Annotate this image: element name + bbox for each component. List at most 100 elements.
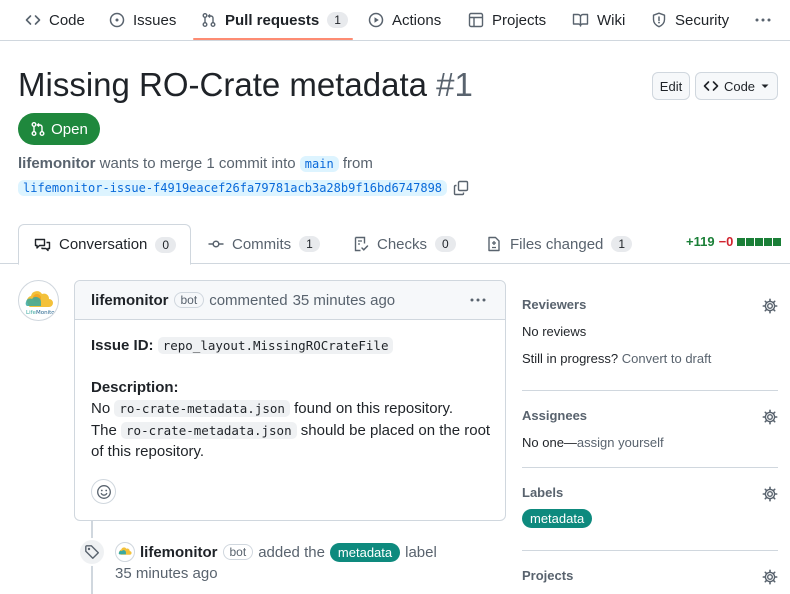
description-text: No bbox=[91, 400, 111, 417]
sidebar-divider bbox=[522, 467, 778, 468]
gear-icon[interactable] bbox=[762, 409, 778, 425]
nav-projects-label: Projects bbox=[492, 11, 547, 29]
tag-icon bbox=[78, 538, 106, 566]
comment-discussion-icon bbox=[34, 237, 51, 253]
description-line-2: The ro-crate-metadata.json should be pla… bbox=[91, 422, 490, 439]
checklist-icon bbox=[353, 236, 369, 252]
code-dropdown-button[interactable]: Code bbox=[695, 72, 778, 100]
merge-text: wants to merge 1 commit into bbox=[99, 155, 296, 172]
description-line-3: of this repository. bbox=[91, 443, 204, 460]
pull-requests-count: 1 bbox=[327, 12, 348, 28]
tab-commits-label: Commits bbox=[232, 235, 292, 253]
issue-id-line: Issue ID: repo_layout.MissingROCrateFile bbox=[91, 337, 394, 354]
tab-conversation-label: Conversation bbox=[59, 236, 148, 253]
description-label: Description: bbox=[91, 379, 179, 396]
draft-line: Still in progress? Convert to draft bbox=[522, 351, 778, 366]
progress-text: Still in progress? bbox=[522, 351, 619, 366]
nav-projects[interactable]: Projects bbox=[468, 0, 546, 40]
labels-section: Labels metadata bbox=[522, 485, 778, 535]
event-action: added the bbox=[258, 543, 325, 561]
nav-issues-label: Issues bbox=[133, 11, 177, 29]
comment-time[interactable]: 35 minutes ago bbox=[293, 292, 396, 309]
merge-from-text: from bbox=[342, 155, 373, 172]
merge-summary: lifemonitor wants to merge 1 commit into… bbox=[18, 155, 373, 172]
issue-id-code: repo_layout.MissingROCrateFile bbox=[157, 337, 394, 354]
convert-to-draft-link[interactable]: Convert to draft bbox=[622, 351, 712, 366]
assignees-none: No one— bbox=[522, 435, 577, 450]
tab-checks-count: 0 bbox=[435, 236, 456, 252]
svg-text:Monitor: Monitor bbox=[36, 310, 56, 316]
avatar[interactable]: Life Monitor bbox=[18, 280, 59, 321]
comment-action: commented bbox=[209, 291, 288, 309]
nav-code[interactable]: Code bbox=[25, 0, 85, 40]
description-text: The bbox=[91, 422, 117, 439]
avatar[interactable] bbox=[115, 542, 135, 562]
pr-tabs: Conversation 0 Commits 1 Checks 0 Files … bbox=[0, 224, 790, 265]
pr-number: #1 bbox=[436, 66, 473, 103]
tab-files-changed[interactable]: Files changed 1 bbox=[486, 224, 633, 264]
repo-nav: Code Issues Pull requests 1 Actions Proj… bbox=[0, 0, 790, 41]
bot-badge: bot bbox=[173, 292, 205, 308]
base-branch[interactable]: main bbox=[299, 156, 339, 172]
more-options-button[interactable] bbox=[754, 0, 772, 40]
nav-security[interactable]: Security bbox=[651, 0, 729, 40]
sidebar-divider bbox=[522, 550, 778, 551]
tab-checks[interactable]: Checks 0 bbox=[353, 224, 456, 264]
git-pull-request-icon bbox=[30, 121, 46, 137]
pr-title: Missing RO-Crate metadata bbox=[18, 66, 427, 103]
assignees-section: Assignees No one—assign yourself bbox=[522, 408, 778, 453]
issue-id-label: Issue ID: bbox=[91, 337, 154, 354]
nav-issues[interactable]: Issues bbox=[109, 0, 176, 40]
nav-wiki-label: Wiki bbox=[597, 11, 626, 29]
code-icon bbox=[703, 78, 719, 94]
event-time[interactable]: 35 minutes ago bbox=[115, 565, 218, 582]
more-options-icon bbox=[754, 12, 772, 28]
nav-wiki[interactable]: Wiki bbox=[572, 0, 625, 40]
assign-yourself-link[interactable]: assign yourself bbox=[577, 435, 664, 450]
description-text: should be placed on the root bbox=[300, 422, 491, 439]
filename-code: ro-crate-metadata.json bbox=[114, 400, 290, 417]
event-author[interactable]: lifemonitor bbox=[140, 544, 218, 561]
description-heading: Description: bbox=[91, 379, 179, 396]
reviewers-value: No reviews bbox=[522, 324, 587, 339]
caret-down-icon bbox=[760, 81, 770, 91]
gear-icon[interactable] bbox=[762, 486, 778, 502]
copy-icon[interactable] bbox=[453, 180, 469, 196]
comment-header: lifemonitor bot commented 35 minutes ago bbox=[75, 281, 505, 320]
pr-state-label: Open bbox=[51, 120, 88, 138]
sidebar-label-pill[interactable]: metadata bbox=[522, 509, 593, 528]
bot-badge: bot bbox=[222, 544, 254, 560]
diffstat-blocks bbox=[737, 237, 782, 246]
assignees-title: Assignees bbox=[522, 408, 588, 423]
diffstat-deletions: −0 bbox=[718, 234, 734, 249]
tab-commits[interactable]: Commits 1 bbox=[208, 224, 320, 264]
tab-files-changed-count: 1 bbox=[611, 236, 633, 252]
book-icon bbox=[572, 12, 589, 28]
comment-author[interactable]: lifemonitor bbox=[91, 292, 169, 309]
add-reaction-button[interactable] bbox=[91, 479, 116, 504]
nav-security-label: Security bbox=[675, 11, 730, 29]
diffstat-additions: +119 bbox=[686, 234, 715, 249]
git-commit-icon bbox=[208, 236, 224, 252]
nav-pull-requests[interactable]: Pull requests 1 bbox=[201, 0, 348, 40]
lifemonitor-logo-icon bbox=[117, 545, 133, 559]
reviewers-section: Reviewers No reviews Still in progress? … bbox=[522, 297, 778, 377]
git-pull-request-icon bbox=[201, 12, 217, 28]
tab-conversation[interactable]: Conversation 0 bbox=[18, 224, 191, 265]
nav-actions-label: Actions bbox=[392, 11, 442, 29]
code-label: Code bbox=[723, 78, 756, 94]
edit-label: Edit bbox=[659, 78, 683, 94]
event-label-pill[interactable]: metadata bbox=[329, 542, 401, 562]
label-event: lifemonitor bot added the metadata label bbox=[115, 542, 437, 562]
gear-icon[interactable] bbox=[762, 298, 778, 314]
head-branch[interactable]: lifemonitor-issue-f4919eacef26fa79781acb… bbox=[18, 180, 448, 196]
file-diff-icon bbox=[486, 236, 502, 252]
description-line-1: No ro-crate-metadata.json found on this … bbox=[91, 400, 453, 417]
edit-button[interactable]: Edit bbox=[652, 72, 690, 100]
pr-author-link[interactable]: lifemonitor bbox=[18, 155, 96, 172]
comment-options-icon[interactable] bbox=[469, 292, 487, 308]
description-text: of this repository. bbox=[91, 443, 205, 460]
nav-actions[interactable]: Actions bbox=[368, 0, 441, 40]
gear-icon[interactable] bbox=[762, 569, 778, 585]
reviewers-title: Reviewers bbox=[522, 297, 587, 312]
